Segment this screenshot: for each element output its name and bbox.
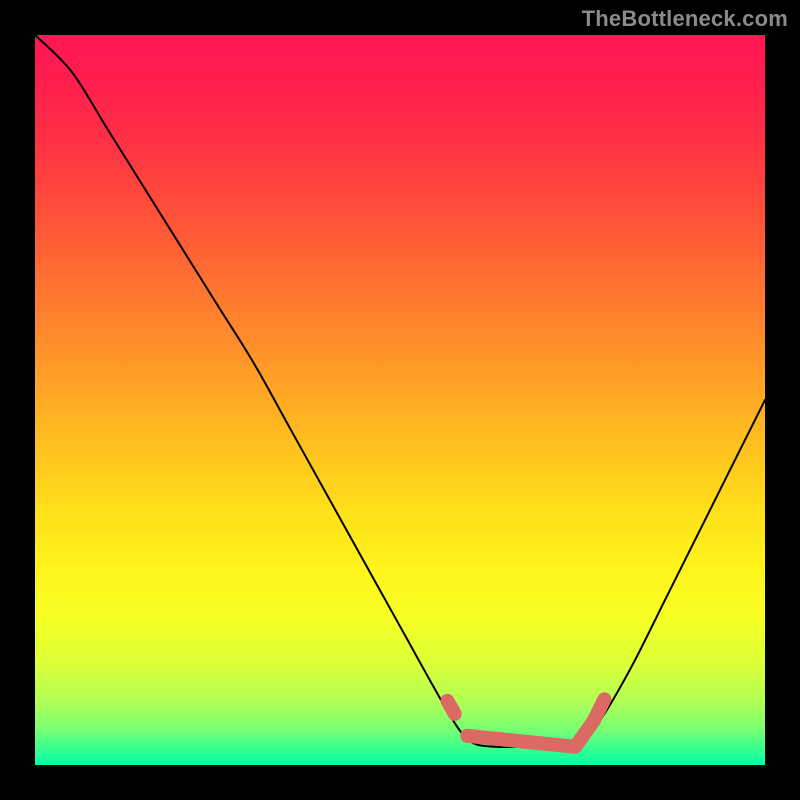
optimal-range-highlight: [447, 699, 604, 747]
bottleneck-curve: [35, 35, 765, 747]
highlight-segment: [594, 699, 605, 721]
plot-area: [35, 35, 765, 765]
watermark-text: TheBottleneck.com: [582, 6, 788, 32]
highlight-segment: [447, 701, 454, 714]
chart-frame: TheBottleneck.com: [0, 0, 800, 800]
curve-layer: [35, 35, 765, 765]
